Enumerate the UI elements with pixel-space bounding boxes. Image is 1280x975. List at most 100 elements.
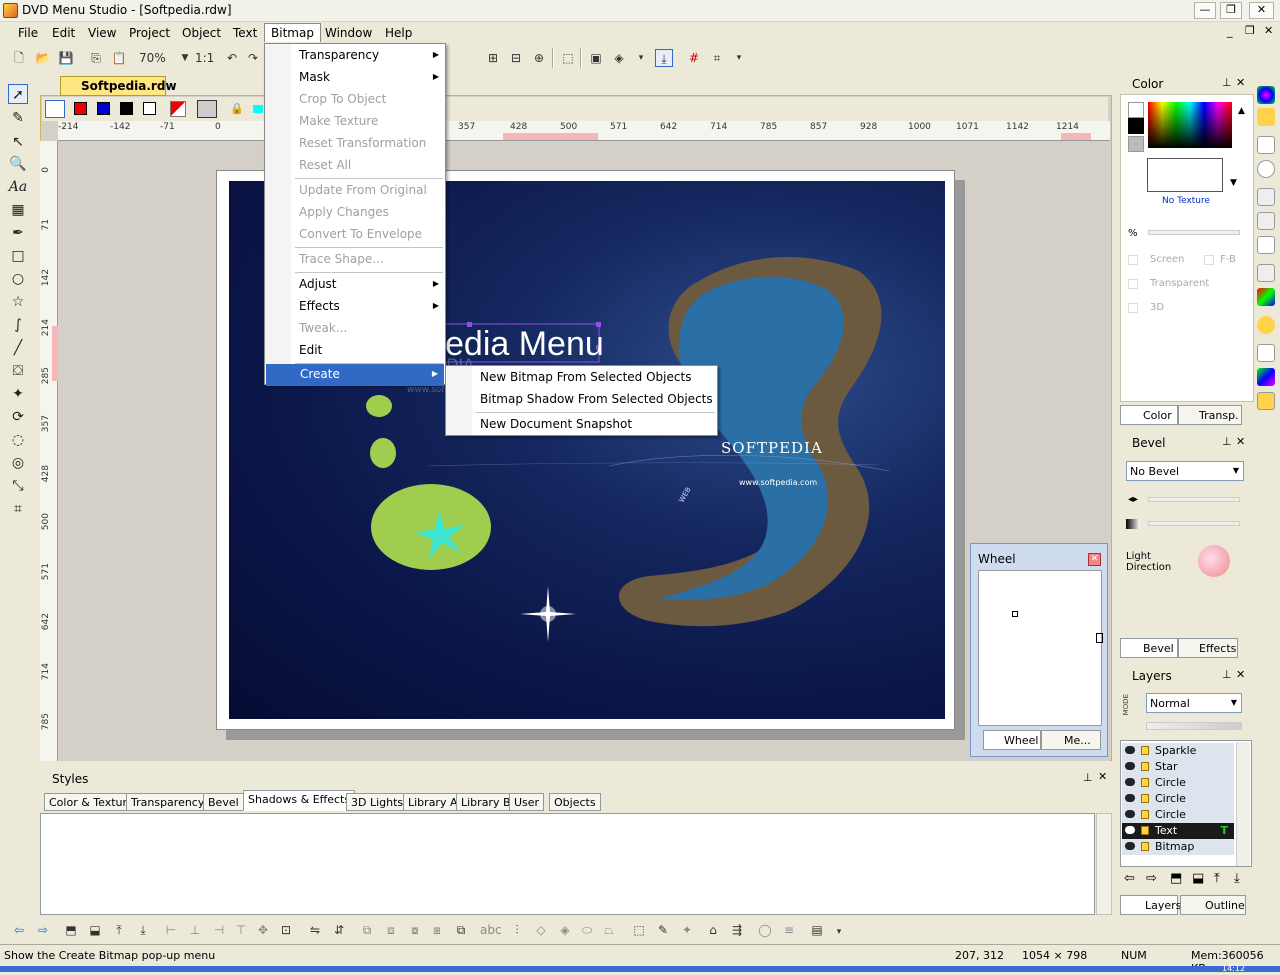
swatches-icon[interactable] xyxy=(1257,368,1275,386)
screen-checkbox[interactable] xyxy=(1128,255,1138,265)
layer-up-icon[interactable]: ⬒ xyxy=(1170,871,1182,886)
envelope-icon[interactable]: ⬭ xyxy=(578,921,596,939)
layer-row-circle-2[interactable]: Circle xyxy=(1122,791,1234,807)
layer-row-bitmap[interactable]: Bitmap xyxy=(1122,839,1234,855)
open-folder-icon[interactable]: 📂 xyxy=(34,49,52,67)
layer-row-circle-3[interactable]: Circle xyxy=(1122,807,1234,823)
outline-tab[interactable]: Outline xyxy=(1180,895,1246,915)
menu-help[interactable]: Help xyxy=(379,24,418,43)
fb-checkbox[interactable] xyxy=(1204,255,1214,265)
toolbar-overflow-2-icon[interactable]: ▾ xyxy=(730,49,748,67)
transp-tab[interactable]: Transp. xyxy=(1178,405,1242,425)
colors-strip-icon[interactable]: ▤ xyxy=(808,921,826,939)
bevel-pin-icon[interactable]: ⊥ xyxy=(1222,435,1232,448)
align-left-icon[interactable]: ⊢ xyxy=(162,921,180,939)
swap-colors-icon[interactable] xyxy=(170,101,186,117)
combine-shapes-icon[interactable]: ⧉ xyxy=(358,921,376,939)
tab-bevel[interactable]: Bevel xyxy=(203,793,244,811)
menu-view[interactable]: View xyxy=(82,24,122,43)
blue-swatch[interactable] xyxy=(97,102,110,115)
close-button[interactable]: ✕ xyxy=(1249,2,1274,19)
menu-item-mask[interactable]: Mask ▶ xyxy=(265,67,445,89)
styles-scrollbar[interactable] xyxy=(1096,813,1112,915)
layer-opacity-slider[interactable] xyxy=(1146,722,1242,730)
menu-file[interactable]: File xyxy=(12,24,44,43)
blend-icon[interactable]: ◇ xyxy=(532,921,550,939)
bevel-icon[interactable] xyxy=(1257,136,1275,154)
perspective-icon[interactable]: ⏢ xyxy=(600,921,618,939)
eyedropper-tool-icon[interactable]: ◎ xyxy=(8,453,28,473)
layers-tab[interactable]: Layers xyxy=(1120,895,1181,915)
tab-library-a[interactable]: Library A xyxy=(403,793,463,811)
tab-objects[interactable]: Objects xyxy=(549,793,601,811)
zoom-field[interactable]: 70% xyxy=(139,49,175,67)
paste-icon[interactable]: 📋 xyxy=(110,49,128,67)
grid-icon[interactable]: # xyxy=(685,49,703,67)
fill-swatch-black[interactable] xyxy=(1128,118,1144,134)
layer-row-text[interactable]: Text T xyxy=(1122,823,1234,839)
effects-tab[interactable]: Effects xyxy=(1178,638,1238,658)
layer-bottom-icon[interactable]: ⤓ xyxy=(1234,871,1240,886)
crop-tool-icon[interactable]: ⌗ xyxy=(8,499,28,519)
menu-edit[interactable]: Edit xyxy=(46,24,81,43)
save-icon[interactable]: 💾 xyxy=(57,49,75,67)
select-box-icon[interactable]: ⬚ xyxy=(559,49,577,67)
rotate-tool-icon[interactable]: ⟳ xyxy=(8,407,28,427)
ellipse-tool-icon[interactable]: ○ xyxy=(8,269,28,289)
bitmap-tool-icon[interactable]: ▣ xyxy=(587,49,605,67)
cyan-swatch[interactable] xyxy=(253,105,263,113)
texture-dropdown-icon[interactable]: ▼ xyxy=(1230,178,1237,188)
web-export-icon[interactable]: ⌂ xyxy=(704,921,722,939)
bevel-width-slider[interactable] xyxy=(1148,497,1240,502)
lines-icon[interactable] xyxy=(1257,236,1275,254)
color-wheel-icon[interactable] xyxy=(1257,86,1275,104)
cursor-icon[interactable] xyxy=(1257,344,1275,362)
transform-icon[interactable] xyxy=(1257,392,1275,410)
light-icon[interactable] xyxy=(1257,316,1275,334)
effect-icon[interactable]: ✦ xyxy=(678,921,696,939)
fill-swatch-grey[interactable] xyxy=(1128,136,1144,152)
undo-icon[interactable]: ↶ xyxy=(223,49,241,67)
lock-toggle-icon[interactable] xyxy=(197,100,217,118)
menu-window[interactable]: Window xyxy=(319,24,378,43)
snap-icon[interactable]: ⤓ xyxy=(655,49,673,67)
spectrum-arrow-icon[interactable]: ▲ xyxy=(1238,106,1245,116)
menu-item-bitmap-shadow[interactable]: Bitmap Shadow From Selected Objects xyxy=(446,389,717,411)
copy-icon[interactable]: ⎘ xyxy=(87,49,105,67)
fill-swatch-white[interactable] xyxy=(1128,102,1144,118)
bevel-close-icon[interactable]: ✕ xyxy=(1236,435,1245,448)
exclude-icon[interactable]: ⧆ xyxy=(428,921,446,939)
wheel-canvas[interactable] xyxy=(978,570,1103,726)
align-right-icon[interactable]: ⊣ xyxy=(210,921,228,939)
wheel-close-icon[interactable]: ✕ xyxy=(1088,553,1101,566)
contour-icon[interactable]: ◈ xyxy=(556,921,574,939)
red-swatch[interactable] xyxy=(74,102,87,115)
color-spectrum[interactable] xyxy=(1148,102,1232,148)
wheel-tab[interactable]: Wheel xyxy=(983,730,1041,750)
subtract-icon[interactable]: ⧇ xyxy=(406,921,424,939)
layer-row-star[interactable]: Star xyxy=(1122,759,1234,775)
move-right-icon[interactable]: ⇨ xyxy=(1146,871,1157,886)
light-direction-ball[interactable] xyxy=(1198,545,1230,577)
menu-item-new-bitmap[interactable]: New Bitmap From Selected Objects xyxy=(446,367,717,389)
align-top-icon[interactable]: ⊤ xyxy=(232,921,250,939)
menu-bitmap[interactable]: Bitmap xyxy=(264,23,321,42)
layer-down-icon[interactable]: ⬓ xyxy=(1192,871,1204,886)
color-tab[interactable]: Color xyxy=(1120,405,1178,425)
tab-shadows-effects[interactable]: Shadows & Effects xyxy=(243,790,356,811)
brush-tool-icon[interactable]: ✎ xyxy=(8,108,28,128)
zoom-dropdown-icon[interactable]: ▼ xyxy=(176,49,194,67)
menu-item-document-snapshot[interactable]: New Document Snapshot xyxy=(446,414,717,436)
me-tab[interactable]: Me... xyxy=(1041,730,1101,750)
layer-row-circle-1[interactable]: Circle xyxy=(1122,775,1234,791)
align-middle-icon[interactable]: ✥ xyxy=(254,921,272,939)
toolbar-overflow-icon[interactable]: ▾ xyxy=(632,49,650,67)
brush-icon[interactable] xyxy=(1257,212,1275,230)
layer-row-sparkle[interactable]: Sparkle xyxy=(1122,743,1234,759)
bevel-tab[interactable]: Bevel xyxy=(1120,638,1178,658)
lock-icon[interactable]: 🔒 xyxy=(230,102,244,115)
rectangle-tool-icon[interactable]: □ xyxy=(8,246,28,266)
flip-h-icon[interactable]: ⇋ xyxy=(306,921,324,939)
mdi-minimize-button[interactable]: _ xyxy=(1227,25,1233,38)
text-tool-icon[interactable]: Aa xyxy=(8,177,28,197)
